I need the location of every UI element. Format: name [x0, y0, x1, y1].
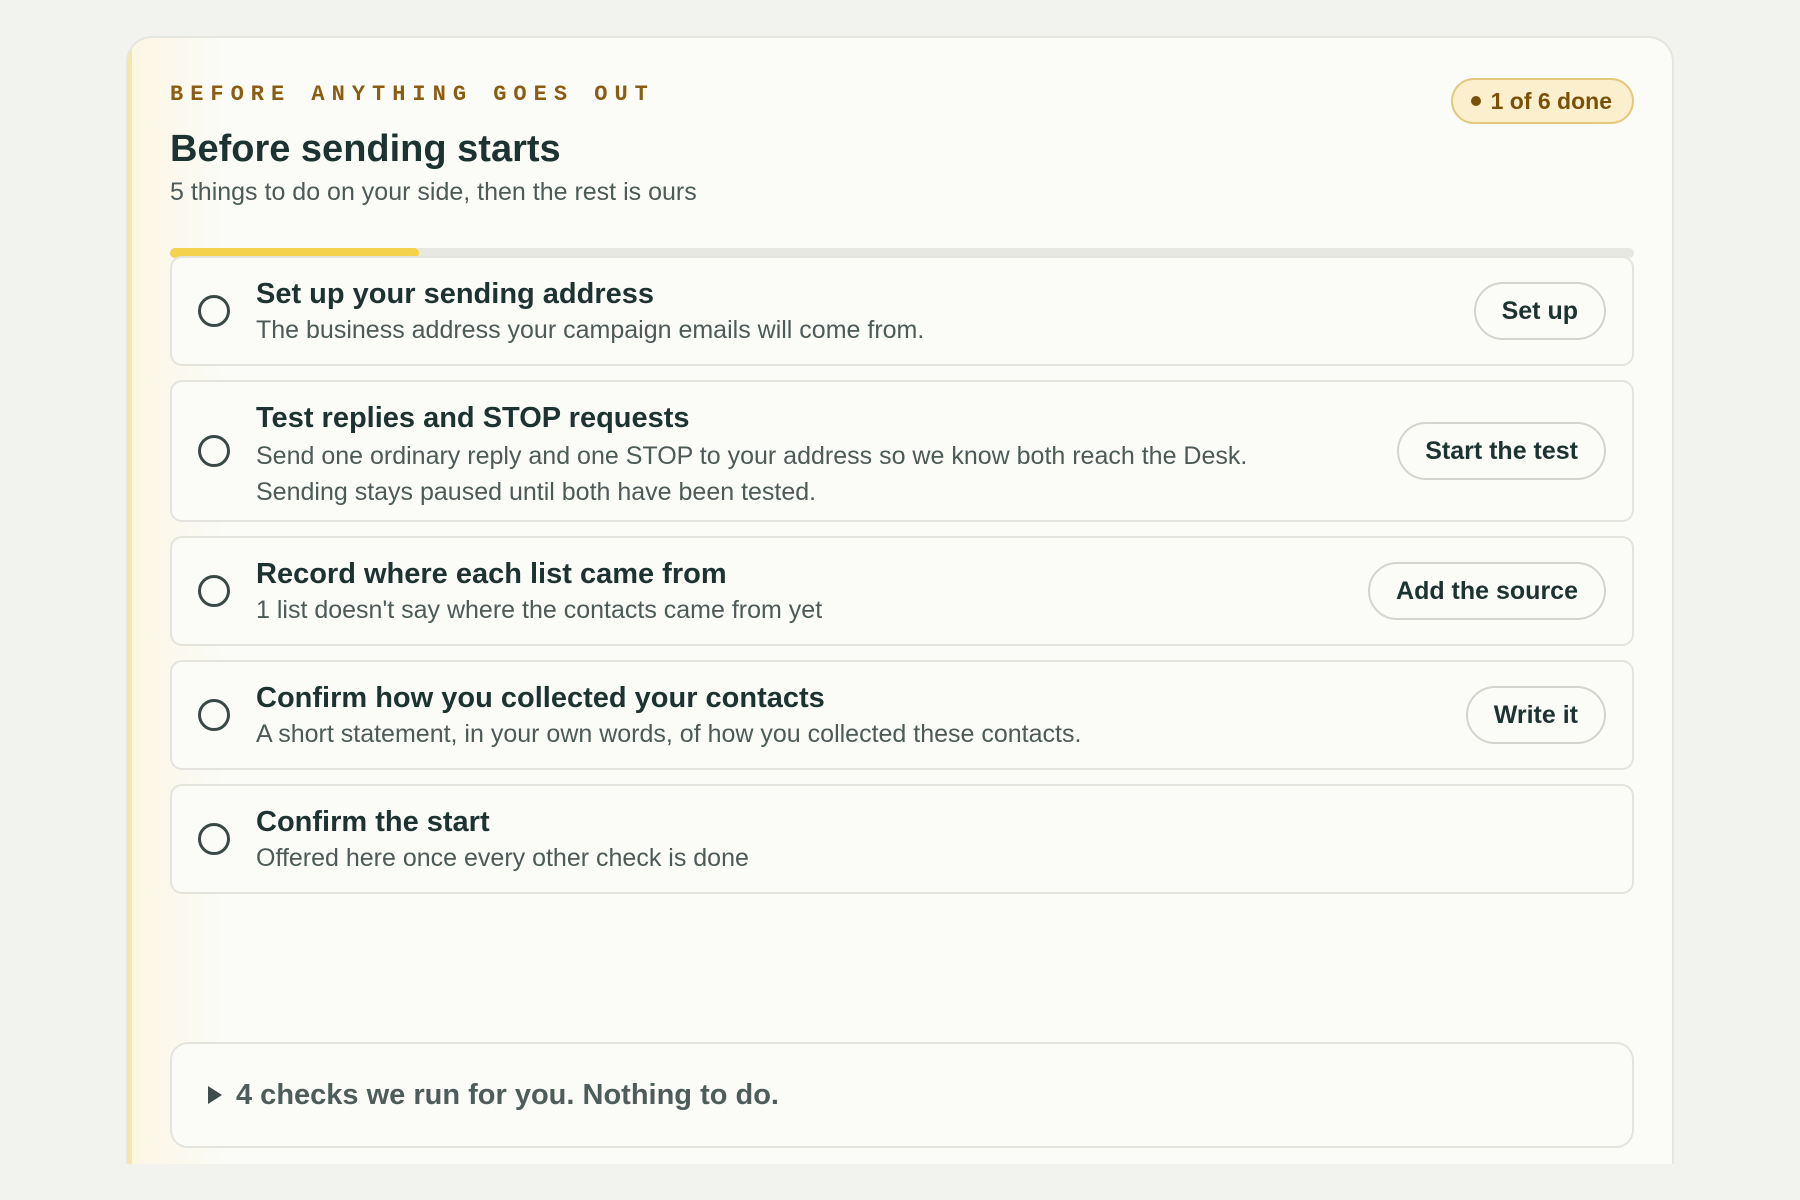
checklist-card: BEFORE ANYTHING GOES OUT Before sending … [126, 36, 1674, 1164]
task-description: A short statement, in your own words, of… [256, 720, 1082, 748]
dot-icon [1470, 96, 1481, 106]
task-description: Send one ordinary reply and one STOP to … [256, 442, 1248, 470]
task-description: 1 list doesn't say where the contacts ca… [256, 596, 823, 624]
triangle-right-icon [208, 1086, 222, 1104]
start-test-button[interactable]: Start the test [1397, 422, 1606, 480]
task-title: Set up your sending address [256, 278, 655, 310]
empty-circle-icon [198, 823, 230, 855]
task-description: Offered here once every other check is d… [256, 844, 749, 872]
empty-circle-icon [198, 435, 230, 467]
progress-badge-text: 1 of 6 done [1490, 87, 1612, 114]
task-item-confirm-start: Confirm the start Offered here once ever… [170, 784, 1634, 894]
task-item-test-replies: Test replies and STOP requests Send one … [170, 380, 1634, 522]
add-source-button[interactable]: Add the source [1368, 562, 1606, 620]
empty-circle-icon [198, 295, 230, 327]
set-up-button[interactable]: Set up [1473, 282, 1606, 340]
page-subtitle: 5 things to do on your side, then the re… [170, 178, 697, 206]
task-description-note: Sending stays paused until both have bee… [256, 478, 817, 506]
automatic-checks-label: 4 checks we run for you. Nothing to do. [236, 1078, 779, 1111]
empty-circle-icon [198, 575, 230, 607]
task-item-list-source: Record where each list came from 1 list … [170, 536, 1634, 646]
task-item-collection-statement: Confirm how you collected your contacts … [170, 660, 1634, 770]
task-title: Record where each list came from [256, 558, 727, 590]
task-title: Confirm how you collected your contacts [256, 682, 825, 714]
task-title: Confirm the start [256, 806, 490, 838]
write-it-button[interactable]: Write it [1465, 686, 1606, 744]
task-description: The business address your campaign email… [256, 316, 925, 344]
progress-badge: 1 of 6 done [1450, 78, 1634, 124]
eyebrow-label: BEFORE ANYTHING GOES OUT [170, 82, 655, 107]
automatic-checks-toggle[interactable]: 4 checks we run for you. Nothing to do. [170, 1042, 1634, 1148]
page-title: Before sending starts [170, 128, 561, 170]
empty-circle-icon [198, 699, 230, 731]
task-title: Test replies and STOP requests [256, 402, 690, 434]
task-item-sending-address: Set up your sending address The business… [170, 256, 1634, 366]
